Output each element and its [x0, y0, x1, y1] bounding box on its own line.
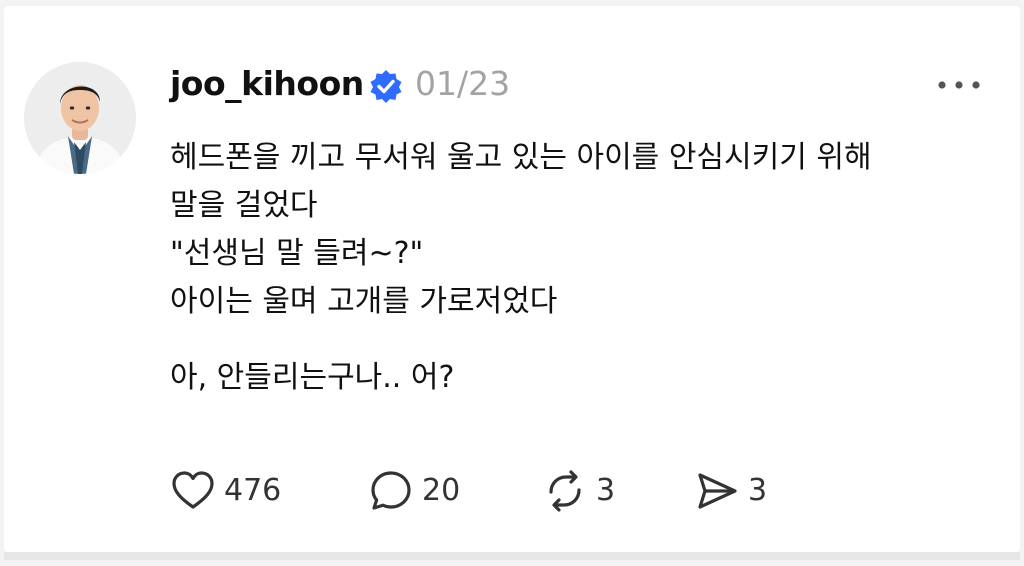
heart-icon [172, 471, 214, 509]
share-count: 3 [748, 473, 768, 508]
profile-avatar-icon [24, 62, 136, 174]
post-card: joo_kihoon 01/23 헤드폰을 끼고 무서워 울고 있는 아이를 안… [4, 6, 1020, 552]
comment-icon [371, 471, 411, 510]
post-text-line: "선생님 말 들려~?" [170, 236, 424, 271]
post-text-line: 말을 걸었다 [170, 188, 318, 223]
post-text-line: 헤드폰을 끼고 무서워 울고 있는 아이를 안심시키기 위해 [170, 140, 872, 175]
verified-badge-icon [369, 69, 403, 103]
send-icon [698, 473, 737, 509]
reply-button[interactable]: 20 [368, 466, 460, 516]
more-options-icon[interactable] [934, 72, 984, 98]
avatar[interactable] [24, 62, 136, 174]
reply-count: 20 [422, 473, 461, 508]
like-button[interactable]: 476 [170, 466, 281, 516]
post-text-line: 아이는 울며 고개를 가로저었다 [170, 284, 558, 319]
repost-icon [549, 470, 581, 512]
post-content: 헤드폰을 끼고 무서워 울고 있는 아이를 안심시키기 위해 말을 걸었다 "선… [170, 134, 1000, 402]
post-date: 01/23 [415, 64, 511, 103]
repost-count: 3 [596, 473, 616, 508]
post-text-line: 아, 안들리는구나.. 어? [170, 360, 455, 395]
share-button[interactable]: 3 [694, 466, 767, 516]
action-bar: 476 20 3 3 [4, 466, 1020, 516]
like-count: 476 [224, 473, 282, 508]
username[interactable]: joo_kihoon [170, 64, 364, 104]
divider [4, 552, 1020, 560]
repost-button[interactable]: 3 [542, 466, 615, 516]
